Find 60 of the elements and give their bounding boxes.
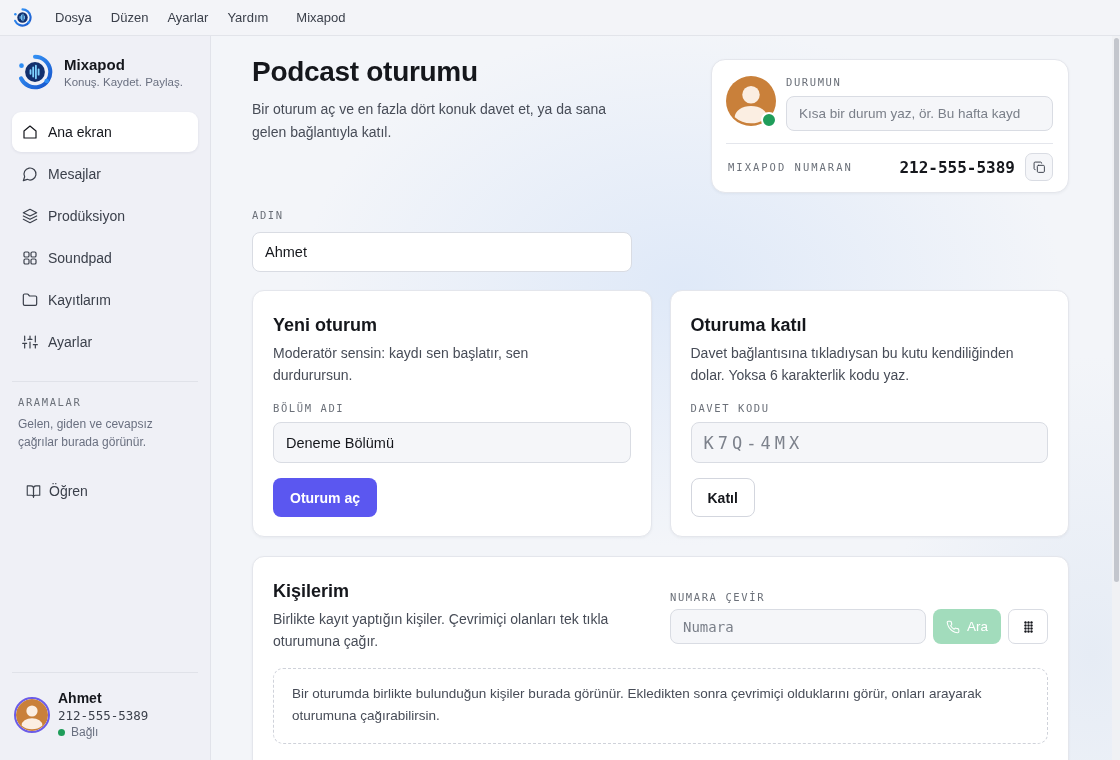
name-input[interactable]: Ahmet (252, 232, 632, 272)
app-name: Mixapod (296, 10, 346, 25)
field-label: DAVET KODU (690, 402, 771, 415)
copy-button[interactable] (1025, 153, 1053, 181)
menu-item[interactable]: Yardım (220, 10, 276, 25)
field-label: DURUMUN (786, 76, 843, 89)
scrollbar-thumb[interactable] (1113, 38, 1119, 582)
card-description: Davet bağlantısına tıkladıysan bu kutu kendiliğinden dolar. Yoksa 6 karakterlik kodu yaz. (690, 344, 1015, 385)
number-label: MIXAPOD NUMARAN (727, 160, 854, 174)
page-subtitle: Bir oturum aç ve en fazla dört konuk davet et, ya da sana gelen bağlantıyla katıl. (252, 100, 608, 142)
field-label: NUMARA ÇEVİR (670, 591, 767, 604)
text-input[interactable]: Deneme Bölümü (273, 422, 631, 463)
home-icon (22, 124, 38, 140)
chat-bubble-icon (22, 166, 38, 182)
number-input[interactable]: Numara (670, 609, 926, 644)
tagline: Konuş. Kaydet. Paylaş. (64, 76, 183, 88)
field-label: ADIN (252, 209, 285, 222)
page-title: Podcast oturumu (252, 56, 479, 88)
card-title: Oturuma katıl (690, 314, 808, 337)
field-label: BÖLÜM ADI (273, 402, 346, 415)
logo-icon (13, 8, 32, 27)
empty-note: Bir oturumda birlikte bulunduğun kişiler burada görünür. Ekledikten sonra çevrimiçi olduklarını görür, onları arayarak oturumuna çağırabilirsin. (292, 685, 983, 725)
grid-icon (22, 250, 38, 266)
avatar-icon (726, 76, 776, 126)
status-input[interactable]: Kısa bir durum yaz, ör. Bu hafta kayd (786, 96, 1053, 131)
keypad-button[interactable] (1008, 609, 1048, 644)
card-description: Moderatör sensin: kaydı sen başlatır, sen durdurursun. (273, 344, 530, 385)
card-title: Yeni oturum (273, 314, 378, 337)
status-text: Bağlı (71, 725, 99, 739)
logo-icon (17, 54, 53, 90)
text-input[interactable]: K7Q-4MX (690, 422, 1048, 463)
sliders-icon (22, 334, 38, 350)
phone-number: 212-555-5389 (899, 157, 1015, 177)
folder-icon (22, 292, 38, 308)
app-name: Mixapod (64, 56, 126, 73)
nav-item[interactable]: Kayıtlarım (12, 280, 198, 320)
nav-item[interactable]: Prodüksiyon (12, 196, 198, 236)
menu-item[interactable]: Düzen (103, 10, 156, 25)
learn-link[interactable]: Öğren (12, 477, 102, 505)
nav-item[interactable]: Mesajlar (12, 154, 198, 194)
nav-item[interactable]: Ana ekran (12, 112, 198, 152)
start-session-button[interactable]: Oturum aç (273, 478, 377, 517)
card-description: Birlikte kayıt yaptığın kişiler. Çevrimiçi olanları tek tıkla oturumuna çağır. (273, 610, 610, 651)
empty-note: Gelen, giden ve cevapsız çağrılar burada görünür. (18, 416, 154, 451)
layers-icon (22, 208, 38, 224)
menu-item[interactable]: Dosya (48, 10, 99, 25)
card-title: Kişilerim (273, 580, 351, 603)
phone-icon (946, 619, 960, 634)
keypad-icon (1023, 620, 1033, 633)
phone-number: 212-555-5389 (58, 708, 149, 723)
scrollbar[interactable] (1112, 36, 1120, 760)
nav-item[interactable]: Soundpad (12, 238, 198, 278)
user-name: Ahmet (58, 690, 103, 706)
copy-icon (1032, 160, 1046, 174)
nav-item[interactable]: Ayarlar (12, 322, 198, 362)
section-title: ARAMALAR (18, 396, 83, 409)
menu-item[interactable]: Ayarlar (160, 10, 216, 25)
book-icon (26, 483, 41, 499)
avatar-icon (14, 696, 50, 733)
join-button[interactable]: Katıl (690, 478, 755, 517)
